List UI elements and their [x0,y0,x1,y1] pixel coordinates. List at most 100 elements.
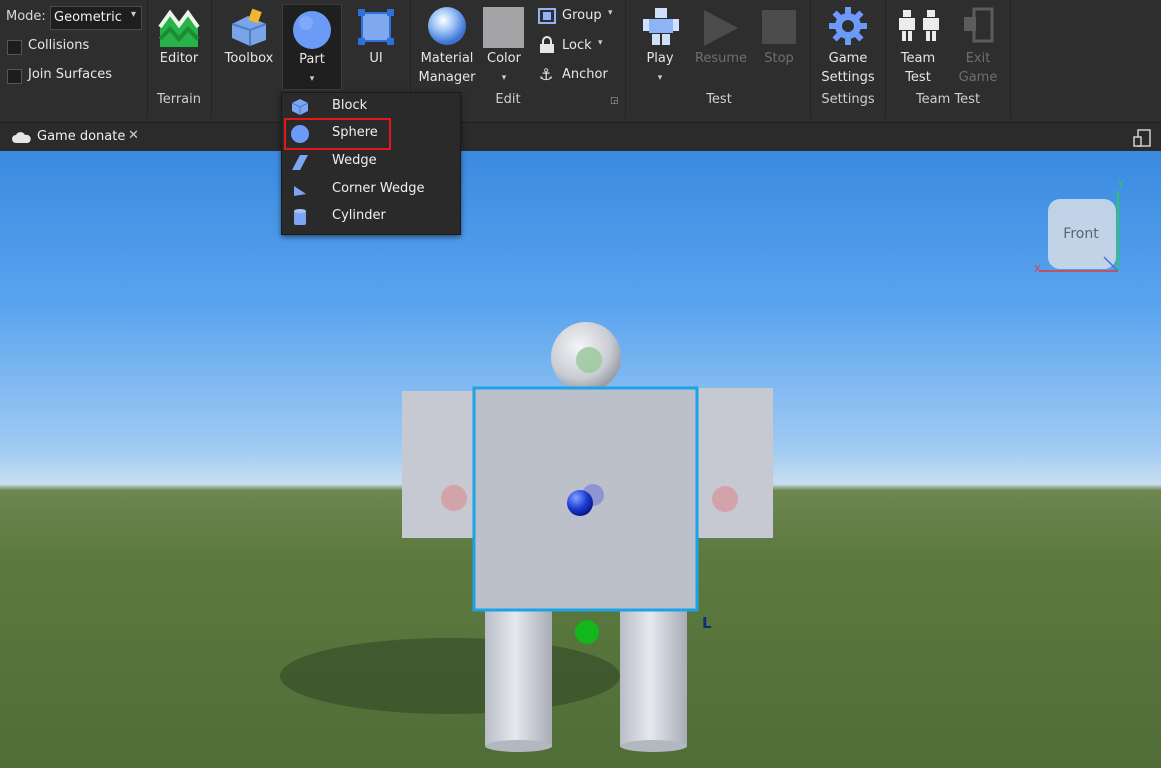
ribbon-toolbar: Mode: Geometric ▾ Collisions Join Surfac… [0,0,1161,122]
close-icon[interactable]: ✕ [128,128,139,143]
cylinder-icon [294,209,306,225]
chevron-down-icon: ▾ [130,9,136,20]
material-label-line2: Manager [418,70,476,85]
mode-select[interactable]: Geometric ▾ [50,6,142,30]
chevron-down-icon: ▾ [657,73,663,83]
exit-game-label-line1: Exit [965,51,991,66]
attachment-marker: L [702,614,712,632]
mode-label: Mode: [6,9,46,24]
toolbox-icon [231,8,267,46]
editor-label: Editor [159,51,199,66]
view-cube-face-label: Front [1063,226,1099,242]
terrain-icon [158,9,200,47]
anchor-button[interactable]: ⚓ Anchor [538,65,620,85]
game-settings-label-line1: Game [828,51,868,66]
toolbox-button[interactable]: Toolbox [218,0,280,88]
menu-item-corner-wedge[interactable]: Corner Wedge [282,176,460,203]
exit-game-button[interactable]: Exit Game [950,0,1006,88]
material-manager-button[interactable]: Material Manager [414,0,480,88]
left-leg-cylinder [485,596,552,746]
3d-viewport[interactable]: L Front Y X [0,151,1161,768]
document-tab-bar: Game donate ✕ [0,122,1161,152]
collisions-label: Collisions [28,38,90,53]
gear-icon [829,7,867,45]
team-test-label-line1: Team [900,51,936,66]
toolbox-label: Toolbox [224,51,274,66]
y-axis-label: Y [1118,179,1125,190]
chevron-down-icon: ▾ [608,8,613,18]
join-surfaces-checkbox[interactable] [7,69,22,84]
color-label: Color [487,51,521,66]
scene-render [280,322,773,752]
stop-label: Stop [764,51,794,66]
resume-icon [704,10,738,46]
team-test-label-line2: Test [905,70,931,85]
settings-group-label: Settings [821,92,875,107]
device-emulator-icon[interactable] [1133,129,1151,147]
corner-wedge-icon [294,186,306,196]
team-figures-icon [899,10,939,41]
material-label-line1: Material [420,51,474,66]
sphere-icon [293,11,331,49]
menu-item-wedge[interactable]: Wedge [282,148,460,175]
wedge-icon [292,155,308,170]
part-dropdown-menu: Block Sphere Wedge Corner Wedge Cylinder [281,92,461,235]
test-group-label: Test [706,92,732,107]
play-figure-icon [643,8,679,45]
join-surfaces-label: Join Surfaces [28,67,113,82]
view-cube[interactable]: Front Y X [1034,179,1124,277]
stop-button[interactable]: Stop [756,0,802,88]
lock-label: Lock [562,38,592,53]
right-leg-cylinder [620,596,687,746]
cloud-icon [12,132,31,143]
team-test-button[interactable]: Team Test [890,0,946,88]
tab-game-donate[interactable]: Game donate ✕ [0,123,160,152]
anchor-icon: ⚓ [539,65,554,84]
play-label: Play [646,51,674,66]
edit-group-label: Edit [495,92,521,107]
team-test-group-label: Team Test [915,92,981,107]
highlight-box [284,118,391,150]
chevron-down-icon: ▾ [309,74,315,84]
right-arm-block [696,388,773,538]
tab-label: Game donate [37,129,126,144]
color-swatch-icon [483,7,524,48]
part-button[interactable]: Part ▾ [282,4,342,90]
ui-label: UI [369,51,383,66]
ui-button[interactable]: UI [348,0,404,88]
game-settings-label-line2: Settings [821,70,875,85]
x-axis-label: X [1034,264,1041,275]
chevron-down-icon: ▾ [598,38,603,48]
play-button[interactable]: Play ▾ [632,0,688,88]
color-button[interactable]: Color ▾ [480,0,528,88]
material-sphere-icon [428,7,466,45]
group-button[interactable]: Group ▾ [538,7,620,27]
block-icon [291,99,309,115]
menu-item-cylinder[interactable]: Cylinder [282,203,460,230]
anchor-label: Anchor [562,67,608,82]
chevron-down-icon: ▾ [501,73,507,83]
stop-icon [762,10,796,44]
group-icon [538,8,556,24]
left-arm-block [402,391,475,538]
character-shadow [280,638,620,714]
exit-game-label-line2: Game [958,70,998,85]
ui-frame-icon [358,9,394,45]
mode-select-value: Geometric [54,10,122,25]
collisions-checkbox[interactable] [7,40,22,55]
menu-item-block[interactable]: Block [282,93,460,120]
expand-icon[interactable]: ◲ [610,96,619,106]
terrain-editor-button[interactable]: Editor [152,0,206,88]
group-label: Group [562,8,602,23]
menu-item-label: Cylinder [332,208,386,223]
menu-item-label: Corner Wedge [332,181,425,196]
part-label: Part [299,52,325,67]
terrain-group-label: Terrain [156,92,201,107]
game-settings-button[interactable]: Game Settings [816,0,880,88]
resume-button[interactable]: Resume [690,0,752,88]
lock-icon [540,36,554,53]
menu-item-label: Wedge [332,153,377,168]
exit-icon [964,7,994,43]
lock-button[interactable]: Lock ▾ [538,36,620,56]
blue-sphere [567,490,593,516]
